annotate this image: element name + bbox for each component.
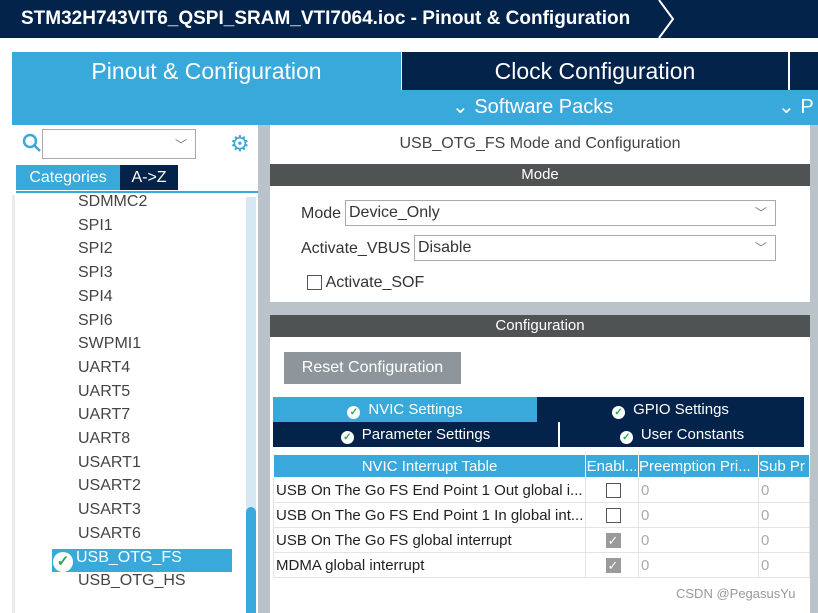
interrupt-name: USB On The Go FS global interrupt	[273, 527, 586, 553]
subbar: ⌄ Software Packs ⌄ P	[12, 90, 818, 125]
sidebar-item[interactable]: USART1	[66, 454, 141, 472]
enabled-checkbox[interactable]: ✓	[605, 558, 621, 574]
search-input[interactable]: ﹀	[42, 129, 196, 159]
sidebar-item[interactable]: UART7	[66, 406, 130, 424]
sidebar-item[interactable]: USART6	[66, 525, 141, 543]
chevron-down-icon: ⌄	[778, 96, 801, 118]
sub-priority[interactable]: 0	[758, 502, 810, 528]
enabled-cell	[585, 502, 639, 528]
activate-sof-checkbox[interactable]: Activate_SOF	[307, 274, 424, 292]
sidebar-item[interactable]: SPI3	[66, 264, 113, 282]
tab-parameter-settings[interactable]: ✓ Parameter Settings	[273, 422, 559, 447]
scrollbar[interactable]	[246, 197, 256, 613]
preemption-priority[interactable]: 0	[638, 527, 759, 553]
sidebar-item[interactable]: USART2	[66, 477, 141, 495]
sidebar-item[interactable]: SPI6	[66, 312, 113, 330]
enabled-cell: ✓	[585, 527, 639, 553]
tab-a-z[interactable]: A->Z	[120, 165, 178, 190]
right-scrollbar[interactable]	[810, 125, 818, 613]
sub-priority[interactable]: 0	[758, 552, 810, 578]
chevron-down-icon: ⌄	[452, 96, 475, 118]
interrupt-name: MDMA global interrupt	[273, 552, 586, 578]
enabled-checkbox[interactable]	[605, 508, 621, 524]
sidebar-item[interactable]: USB_OTG_HS	[66, 572, 186, 590]
enabled-checkbox[interactable]: ✓	[605, 533, 621, 549]
check-icon: ✓	[53, 551, 73, 572]
scrollbar-thumb[interactable]	[246, 507, 256, 613]
configuration-header: Configuration	[270, 315, 810, 337]
sidebar-item[interactable]: UART8	[66, 430, 130, 448]
search-icon	[22, 133, 41, 152]
chevron-down-icon: ﹀	[174, 138, 187, 152]
interrupt-name: USB On The Go FS End Point 1 In global i…	[273, 502, 586, 528]
sidebar-item[interactable]: SDMMC2	[66, 193, 147, 211]
vbus-select[interactable]: Disable ﹀	[414, 235, 776, 261]
column-header[interactable]: Enabl...	[585, 454, 639, 478]
configuration-panel: Configuration Reset Configuration ✓ NVIC …	[270, 315, 810, 613]
interrupt-name: USB On The Go FS End Point 1 Out global …	[273, 477, 586, 503]
sidebar-item[interactable]: SPI2	[66, 240, 113, 258]
sidebar-item[interactable]: SPI1	[66, 217, 113, 235]
sub-priority[interactable]: 0	[758, 477, 810, 503]
reset-configuration-button[interactable]: Reset Configuration	[284, 352, 461, 384]
software-packs-menu[interactable]: ⌄ Software Packs	[452, 90, 613, 125]
sidebar-item[interactable]: UART4	[66, 359, 130, 377]
check-icon: ✓	[619, 431, 633, 444]
enabled-cell: ✓	[585, 552, 639, 578]
enabled-checkbox[interactable]	[605, 483, 621, 499]
column-header[interactable]: Sub Pr	[758, 454, 810, 478]
tab-categories[interactable]: Categories	[16, 165, 120, 190]
enabled-cell	[585, 477, 639, 503]
main-panel: USB_OTG_FS Mode and Configuration Mode M…	[270, 125, 810, 613]
chevron-down-icon: ﹀	[754, 206, 767, 220]
preemption-priority[interactable]: 0	[638, 552, 759, 578]
list-border	[12, 195, 15, 613]
table-row[interactable]: MDMA global interrupt ✓ 0 0	[273, 552, 810, 578]
sidebar-item[interactable]: SPI4	[66, 288, 113, 306]
table-row[interactable]: USB On The Go FS End Point 1 Out global …	[273, 477, 810, 503]
table-row[interactable]: USB On The Go FS End Point 1 In global i…	[273, 502, 810, 528]
check-icon: ✓	[612, 406, 626, 419]
mode-label: Mode	[301, 205, 342, 222]
sidebar-item[interactable]: ✓ USB_OTG_FS	[52, 548, 232, 572]
tab-user-constants[interactable]: ✓ User Constants	[560, 422, 804, 447]
chevron-down-icon: ﹀	[754, 241, 767, 255]
tab-more[interactable]	[790, 52, 818, 90]
pinout-menu[interactable]: ⌄ P	[778, 90, 814, 125]
breadcrumb-chevron-icon	[658, 0, 675, 38]
check-icon: ✓	[340, 431, 354, 444]
sidebar-item[interactable]: USART3	[66, 501, 141, 519]
tab-pinout-configuration[interactable]: Pinout & Configuration	[12, 52, 401, 90]
nvic-table: NVIC Interrupt Table Enabl... Preemption…	[273, 454, 810, 578]
preemption-priority[interactable]: 0	[638, 477, 759, 503]
sub-priority[interactable]: 0	[758, 527, 810, 553]
page-title: USB_OTG_FS Mode and Configuration	[399, 135, 681, 152]
tab-gpio-settings[interactable]: ✓ GPIO Settings	[537, 397, 804, 422]
column-header[interactable]: NVIC Interrupt Table	[273, 454, 586, 478]
tab-clock-configuration[interactable]: Clock Configuration	[402, 52, 788, 90]
vbus-label: Activate_VBUS	[301, 240, 411, 257]
table-row[interactable]: USB On The Go FS global interrupt ✓ 0 0	[273, 527, 810, 553]
mode-select[interactable]: Device_Only ﹀	[345, 200, 776, 226]
mode-panel: USB_OTG_FS Mode and Configuration Mode M…	[270, 125, 810, 302]
sidebar-item[interactable]: SWPMI1	[66, 335, 141, 353]
check-icon: ✓	[347, 406, 361, 419]
watermark: CSDN @PegasusYu	[676, 586, 796, 601]
window-title: STM32H743VIT6_QSPI_SRAM_VTI7064.ioc - Pi…	[0, 0, 818, 38]
preemption-priority[interactable]: 0	[638, 502, 759, 528]
tab-nvic-settings[interactable]: ✓ NVIC Settings	[273, 397, 537, 422]
sidebar: ﹀ ⚙ Categories A->Z SDMMC2 SPI1 SPI2 SPI3 SP…	[12, 125, 258, 613]
checkbox[interactable]	[307, 275, 322, 291]
gear-icon[interactable]: ⚙	[230, 131, 250, 157]
column-header[interactable]: Preemption Pri...	[638, 454, 759, 478]
sidebar-item[interactable]: UART5	[66, 383, 130, 401]
mode-header: Mode	[270, 164, 810, 186]
splitter[interactable]	[258, 125, 270, 613]
